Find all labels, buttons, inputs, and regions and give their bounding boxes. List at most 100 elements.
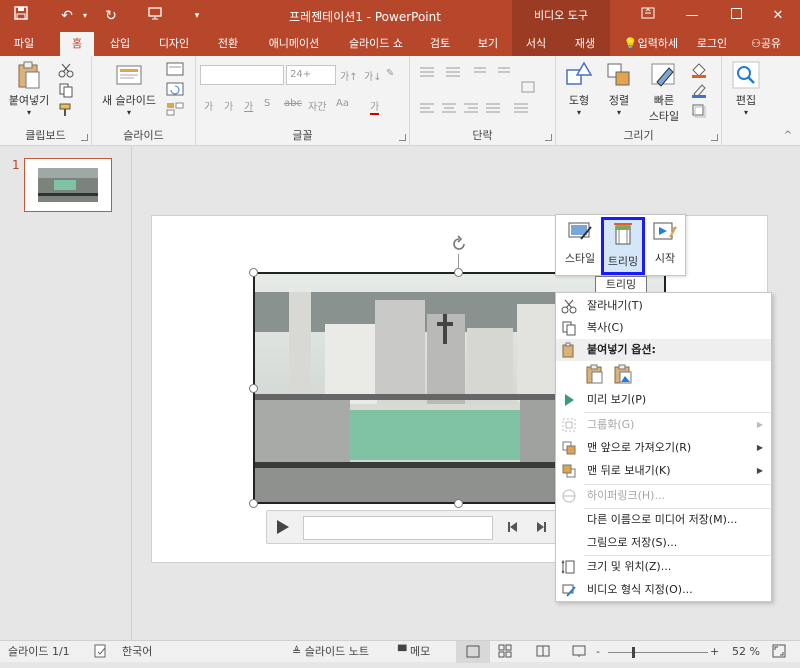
layout-icon[interactable]: [166, 62, 184, 78]
trim-video-button[interactable]: 트리밍: [601, 217, 645, 275]
comments-button[interactable]: ▀ 메모: [398, 644, 430, 660]
paste-keep-source-icon[interactable]: [584, 363, 606, 385]
menu-item-format-video[interactable]: 비디오 형식 지정(O)...: [556, 579, 771, 601]
italic-icon[interactable]: 가: [224, 98, 233, 113]
copy-icon[interactable]: [58, 82, 76, 98]
video-style-button[interactable]: 스타일: [560, 217, 600, 275]
signin-link[interactable]: 로그인: [690, 32, 734, 56]
menu-item-save-as-picture[interactable]: 그림으로 저장(S)...: [556, 532, 771, 554]
section-icon[interactable]: [166, 102, 184, 118]
zoom-slider[interactable]: [608, 652, 708, 653]
shape-outline-icon[interactable]: [690, 82, 708, 98]
font-launcher-icon[interactable]: [399, 134, 406, 141]
quick-styles-icon: [649, 60, 679, 90]
normal-view-icon[interactable]: [456, 641, 490, 663]
menu-item-cut[interactable]: 잘라내기(T): [556, 295, 771, 317]
paste-button[interactable]: 붙여넣기 ▾: [4, 60, 54, 117]
tab-file[interactable]: 파일: [0, 32, 48, 56]
clipboard-launcher-icon[interactable]: [81, 134, 88, 141]
editing-button[interactable]: 편집 ▾: [728, 60, 764, 117]
shapes-button[interactable]: 도형 ▾: [560, 60, 598, 117]
spacing-icon[interactable]: 자간: [308, 98, 326, 113]
font-name-combo[interactable]: [200, 65, 284, 85]
paragraph-launcher-icon[interactable]: [545, 134, 552, 141]
strikethrough-icon[interactable]: abc: [284, 98, 302, 109]
resize-handle-n[interactable]: [454, 268, 463, 277]
maximize-button[interactable]: [714, 0, 758, 32]
slide-sorter-icon[interactable]: [498, 644, 512, 663]
paragraph-controls-icon[interactable]: [418, 64, 548, 116]
arrange-button[interactable]: 정렬 ▾: [600, 60, 638, 117]
font-color-icon[interactable]: 가: [370, 98, 380, 115]
menu-item-save-media-as[interactable]: 다른 이름으로 미디어 저장(M)...: [556, 509, 771, 531]
start-button[interactable]: 시작: [646, 217, 684, 275]
resize-handle-s[interactable]: [454, 499, 463, 508]
menu-item-copy[interactable]: 복사(C): [556, 317, 771, 339]
format-painter-icon[interactable]: [58, 102, 76, 118]
collapse-ribbon-icon[interactable]: ^: [784, 130, 792, 141]
tab-home[interactable]: 홈: [60, 32, 94, 56]
resize-handle-sw[interactable]: [249, 499, 258, 508]
menu-item-size-position[interactable]: 크기 및 위치(Z)...: [556, 556, 771, 578]
ribbon-display-icon[interactable]: [626, 0, 670, 32]
tab-transitions[interactable]: 전환: [206, 32, 250, 56]
zoom-slider-thumb[interactable]: [632, 647, 635, 658]
quick-styles-button[interactable]: 빠른 스타일: [642, 60, 686, 124]
reading-view-icon[interactable]: [536, 644, 550, 663]
zoom-level[interactable]: 52 %: [732, 644, 760, 660]
video-style-icon: [568, 222, 592, 240]
paste-picture-icon[interactable]: [612, 363, 634, 385]
close-button[interactable]: ✕: [756, 0, 800, 32]
presenter-icon[interactable]: [144, 6, 166, 26]
save-icon[interactable]: [10, 6, 32, 26]
spellcheck-icon[interactable]: [94, 644, 108, 663]
tab-playback[interactable]: 재생: [560, 32, 610, 56]
underline-icon[interactable]: 가: [244, 98, 253, 113]
undo-dropdown-icon[interactable]: ▾: [74, 6, 96, 26]
resize-handle-nw[interactable]: [249, 268, 258, 277]
redo-icon[interactable]: ↻: [100, 6, 122, 26]
step-back-icon[interactable]: [507, 521, 519, 536]
menu-item-bring-to-front[interactable]: 맨 앞으로 가져오기(R) ▶: [556, 437, 771, 459]
zoom-in-button[interactable]: +: [710, 644, 719, 660]
font-size-combo[interactable]: 24+: [286, 65, 336, 85]
slide-thumbnail[interactable]: [23, 157, 113, 215]
menu-item-preview[interactable]: 미리 보기(P): [556, 389, 771, 411]
tab-review[interactable]: 검토: [420, 32, 460, 56]
bold-icon[interactable]: 가: [204, 98, 213, 113]
tell-me-box[interactable]: 💡입력하세: [616, 32, 686, 56]
shape-fill-icon[interactable]: [690, 62, 708, 78]
customize-qa-icon[interactable]: ▾: [186, 6, 208, 26]
scissors-icon[interactable]: [58, 62, 76, 78]
grow-font-icon[interactable]: 가↑: [340, 68, 358, 83]
notes-button[interactable]: ≜ 슬라이드 노트: [292, 644, 369, 660]
tab-animations[interactable]: 애니메이션: [256, 32, 332, 56]
menu-header-paste-options: 붙여넣기 옵션:: [556, 339, 771, 361]
share-button[interactable]: ⚇공유: [738, 32, 794, 56]
clear-format-icon[interactable]: ✎: [386, 68, 394, 79]
language-indicator[interactable]: 한국어: [122, 644, 152, 660]
shadow-icon[interactable]: S: [264, 98, 270, 109]
reset-icon[interactable]: [166, 82, 184, 98]
zoom-out-button[interactable]: -: [596, 644, 600, 660]
drawing-launcher-icon[interactable]: [711, 134, 718, 141]
minimize-button[interactable]: —: [670, 0, 714, 32]
resize-handle-w[interactable]: [249, 384, 258, 393]
step-forward-icon[interactable]: [535, 521, 547, 536]
tab-view[interactable]: 보기: [466, 32, 510, 56]
tab-insert[interactable]: 삽입: [100, 32, 140, 56]
slideshow-view-icon[interactable]: [572, 644, 586, 663]
tab-design[interactable]: 디자인: [148, 32, 200, 56]
menu-item-send-to-back[interactable]: 맨 뒤로 보내기(K) ▶: [556, 460, 771, 482]
fit-to-window-icon[interactable]: [772, 644, 786, 663]
new-slide-button[interactable]: 새 슬라이드 ▾: [96, 60, 162, 117]
tab-slideshow[interactable]: 슬라이드 쇼: [338, 32, 414, 56]
shape-effects-icon[interactable]: [690, 102, 708, 118]
case-icon[interactable]: Aa: [336, 98, 349, 109]
rotate-handle-icon[interactable]: [449, 234, 469, 254]
tab-format[interactable]: 서식: [512, 32, 560, 56]
video-seek-bar[interactable]: [303, 516, 493, 540]
shrink-font-icon[interactable]: 가↓: [364, 68, 382, 83]
font-group-label: 글꼴: [292, 129, 313, 142]
play-icon[interactable]: [276, 519, 290, 538]
